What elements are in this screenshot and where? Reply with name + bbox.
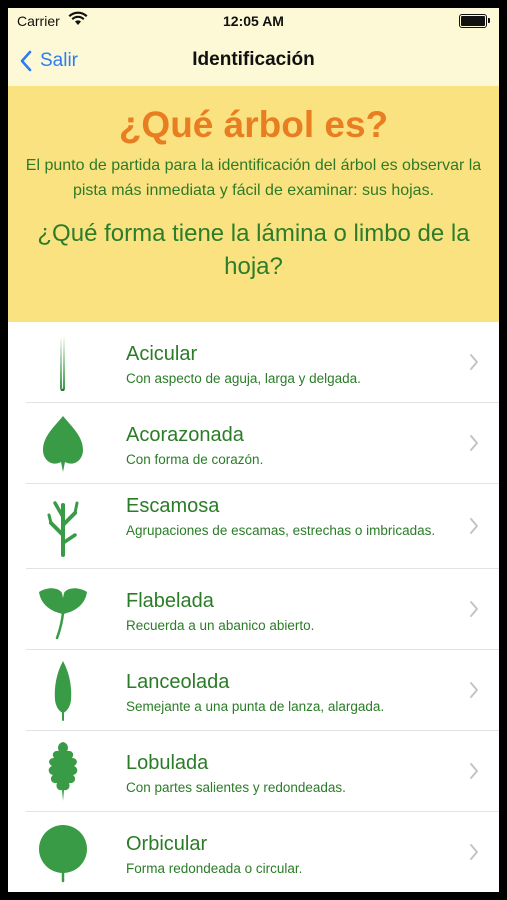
leaf-shape-list: Acicular Con aspecto de aguja, larga y d…: [26, 322, 499, 892]
item-name: Lobulada: [126, 752, 209, 774]
heart-leaf-icon: [26, 403, 100, 483]
chevron-right-icon: [470, 844, 478, 860]
list-item-acicular[interactable]: Acicular Con aspecto de aguja, larga y d…: [26, 322, 499, 403]
list-item-escamosa[interactable]: Escamosa Agrupaciones de escamas, estrec…: [26, 484, 499, 569]
item-description: Semejante a una punta de lanza, alargada…: [126, 699, 385, 714]
item-description: Agrupaciones de escamas, estrechas o imb…: [126, 523, 436, 538]
status-time: 12:05 AM: [223, 13, 284, 29]
item-description: Con aspecto de aguja, larga y delgada.: [126, 371, 361, 386]
header-intro-text: El punto de partida para la identificaci…: [25, 157, 482, 199]
round-leaf-icon: [26, 812, 100, 892]
list-item-acorazonada[interactable]: Acorazonada Con forma de corazón.: [26, 403, 499, 484]
item-description: Con partes salientes y redondeadas.: [126, 780, 346, 795]
intro-header: ¿Qué árbol es? El punto de partida para …: [8, 86, 499, 322]
item-name: Acicular: [126, 343, 198, 365]
status-bar: Carrier 12:05 AM: [8, 8, 499, 36]
item-name: Acorazonada: [126, 424, 244, 446]
needle-leaf-icon: [26, 322, 100, 402]
item-name: Lanceolada: [126, 671, 230, 693]
header-question: ¿Qué forma tiene la lámina o limbo de la…: [37, 220, 470, 280]
scale-leaf-icon: [26, 484, 100, 568]
chevron-right-icon: [470, 518, 478, 534]
item-description: Recuerda a un abanico abierto.: [126, 618, 315, 633]
header-title: ¿Qué árbol es?: [118, 104, 389, 145]
chevron-right-icon: [470, 435, 478, 451]
chevron-right-icon: [470, 763, 478, 779]
navigation-bar: Salir Identificación: [8, 36, 499, 87]
fan-leaf-icon: [26, 569, 100, 649]
page-title: Identificación: [192, 49, 315, 70]
chevron-right-icon: [470, 354, 478, 370]
lance-leaf-icon: [26, 650, 100, 730]
chevron-right-icon: [470, 601, 478, 617]
battery-icon: [459, 14, 490, 28]
item-name: Flabelada: [126, 590, 214, 612]
app-screen: Carrier 12:05 AM Salir Identificación ¿Q…: [8, 8, 499, 892]
item-name: Escamosa: [126, 495, 220, 517]
lobed-leaf-icon: [26, 731, 100, 811]
item-name: Orbicular: [126, 833, 208, 855]
item-description: Con forma de corazón.: [126, 452, 264, 467]
list-item-lobulada[interactable]: Lobulada Con partes salientes y redondea…: [26, 731, 499, 812]
item-description: Forma redondeada o circular.: [126, 861, 303, 876]
list-item-flabelada[interactable]: Flabelada Recuerda a un abanico abierto.: [26, 569, 499, 650]
chevron-right-icon: [470, 682, 478, 698]
list-item-lanceolada[interactable]: Lanceolada Semejante a una punta de lanz…: [26, 650, 499, 731]
list-item-orbicular[interactable]: Orbicular Forma redondeada o circular.: [26, 812, 499, 892]
